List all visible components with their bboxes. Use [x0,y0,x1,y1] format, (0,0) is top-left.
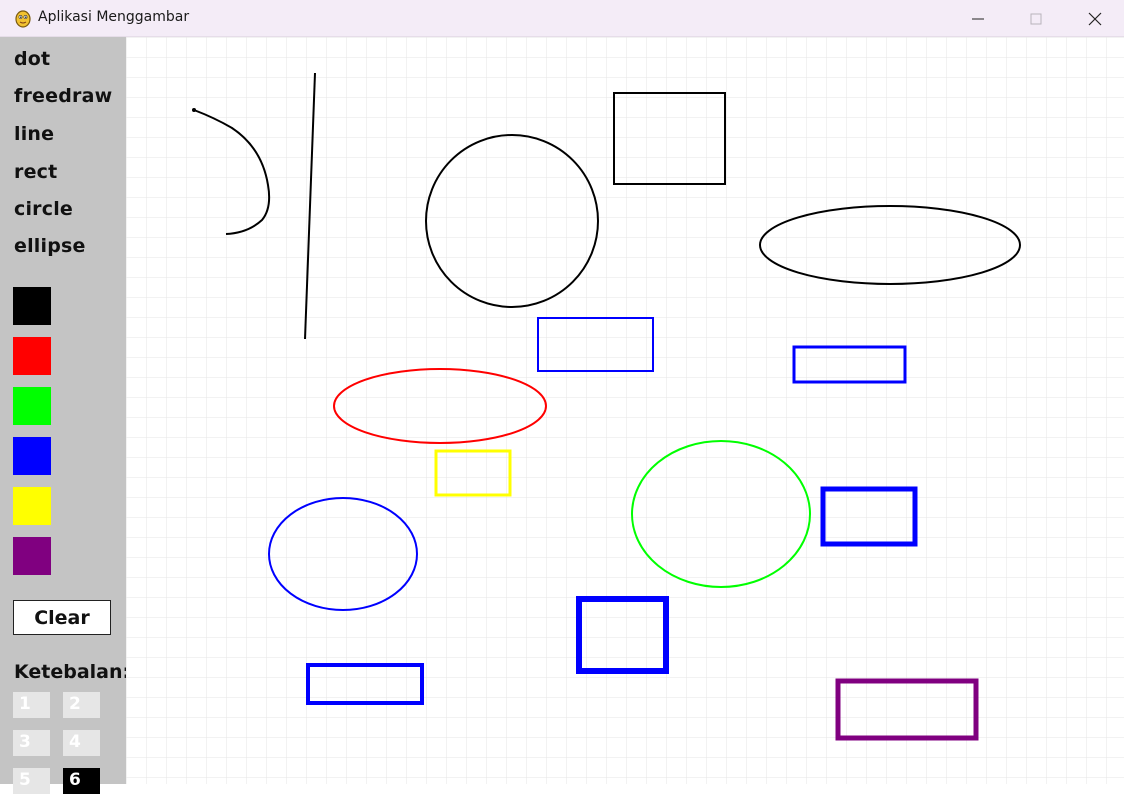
thickness-option-2[interactable]: 2 [63,692,100,718]
color-swatch-purple[interactable] [13,537,51,575]
tool-line[interactable]: line [14,123,54,145]
thickness-label: Ketebalan: [14,661,131,683]
color-swatch-red[interactable] [13,337,51,375]
close-icon [1088,12,1102,25]
color-swatch-black[interactable] [13,287,51,325]
close-button[interactable] [1066,0,1124,37]
color-swatch-blue[interactable] [13,437,51,475]
maximize-button[interactable] [1007,0,1065,37]
minimize-icon [972,18,984,19]
thickness-option-3[interactable]: 3 [13,730,50,756]
tool-rect[interactable]: rect [14,161,57,183]
tool-ellipse[interactable]: ellipse [14,235,86,257]
maximize-icon [1030,13,1042,24]
minimize-button[interactable] [949,0,1007,37]
title-bar: Aplikasi Menggambar [0,0,1124,37]
color-swatch-yellow[interactable] [13,487,51,525]
thickness-option-5[interactable]: 5 [13,768,50,794]
tool-circle[interactable]: circle [14,198,73,220]
thickness-option-1[interactable]: 1 [13,692,50,718]
tool-dot[interactable]: dot [14,48,50,70]
toolbar-sidebar: dot freedraw line rect circle ellipse Cl… [0,37,130,794]
thickness-option-4[interactable]: 4 [63,730,100,756]
color-swatch-green[interactable] [13,387,51,425]
window-title: Aplikasi Menggambar [38,9,190,25]
drawing-canvas[interactable] [126,37,1124,784]
tool-freedraw[interactable]: freedraw [14,85,112,107]
clear-button[interactable]: Clear [13,600,111,635]
thickness-option-6[interactable]: 6 [63,768,100,794]
pygame-snake-icon [15,10,31,28]
